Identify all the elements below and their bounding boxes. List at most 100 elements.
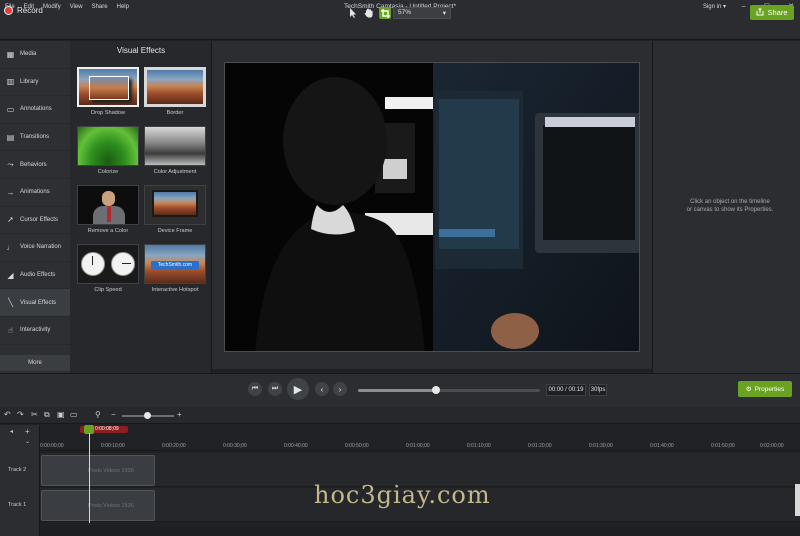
tick-label: 0:01:00;00 (406, 443, 430, 449)
cursor-effects-icon: ➚ (7, 215, 14, 225)
nav-label: Interactivity (20, 327, 51, 334)
effect-thumbnail (77, 67, 139, 107)
add-track-icon[interactable]: + (25, 427, 30, 436)
previous-marker-button[interactable]: ‹ (315, 382, 329, 396)
chevron-left-icon: ‹ (320, 384, 324, 394)
nav-transitions[interactable]: ▤ Transitions (0, 124, 70, 152)
chevron-down-icon: ▾ (442, 10, 446, 17)
zoom-dropdown[interactable]: 57% ▾ (393, 7, 451, 19)
minimize-icon[interactable]: – (742, 3, 746, 10)
media-icon: ▦ (6, 49, 15, 59)
effect-remove-a-color[interactable]: Remove a Color (77, 185, 139, 234)
effect-thumbnail (77, 126, 139, 166)
nav-label: Visual Effects (20, 299, 57, 306)
copy-icon[interactable]: ⧉ (44, 410, 50, 420)
record-icon (4, 6, 13, 15)
effect-interactive-hotspot[interactable]: TechSmith.com Interactive Hotspot (144, 244, 206, 293)
record-button[interactable]: Record (4, 6, 43, 15)
media-clip[interactable]: Posts Videos 1536 (41, 455, 155, 486)
menu-share[interactable]: Share (92, 4, 108, 10)
menu-modify[interactable]: Modify (43, 4, 61, 10)
step-forward-button[interactable]: ⏭ (268, 382, 282, 396)
left-nav: ▦ Media ▥ Library ▭ Annotations ▤ Transition… (0, 41, 70, 373)
nav-library[interactable]: ▥ Library (0, 69, 70, 97)
effect-device-frame[interactable]: Device Frame (144, 185, 206, 234)
library-icon: ▥ (6, 77, 15, 87)
hint-line: or canvas to show its Properties. (686, 207, 774, 213)
zoom-in-icon[interactable]: + (177, 410, 182, 419)
preview-canvas[interactable] (224, 62, 640, 352)
nav-visual-effects[interactable]: ╲ Visual Effects (0, 289, 70, 317)
effect-label: Device Frame (157, 228, 193, 234)
nav-label: Cursor Effects (20, 216, 58, 223)
nav-label: Voice Narration (20, 244, 62, 251)
transitions-icon: ▤ (6, 132, 15, 142)
pointer-icon[interactable] (347, 7, 359, 19)
paste-icon[interactable]: ▣ (57, 410, 65, 419)
vertical-scrollbar[interactable] (795, 484, 800, 516)
zoom-search-icon[interactable]: ⚲ (95, 410, 101, 419)
step-back-button[interactable]: ⏮ (248, 382, 262, 396)
effect-border[interactable]: Border (144, 67, 206, 116)
crop-icon[interactable] (379, 7, 391, 19)
more-button[interactable]: More (0, 355, 70, 371)
tick-label: 0:01:30;00 (589, 443, 613, 449)
redo-icon[interactable]: ↷ (17, 410, 24, 419)
chevron-right-icon: › (338, 384, 342, 394)
step-back-icon: ⏮ (251, 385, 259, 392)
scrub-handle[interactable] (432, 386, 440, 394)
effect-drop-shadow[interactable]: Drop Shadow (77, 67, 139, 116)
nav-voice-narration[interactable]: ♩ Voice Narration (0, 234, 70, 262)
nav-media[interactable]: ▦ Media (0, 41, 70, 69)
hand-icon[interactable] (363, 7, 375, 19)
effect-label: Remove a Color (87, 228, 129, 234)
effect-color-adjustment[interactable]: Color Adjustment (144, 126, 206, 175)
zoom-out-icon[interactable]: − (111, 410, 116, 419)
play-button[interactable]: ▶ (287, 378, 309, 400)
chevron-down-icon[interactable]: ⌄ (25, 438, 30, 445)
nav-annotations[interactable]: ▭ Annotations (0, 96, 70, 124)
share-button[interactable]: Share (750, 5, 794, 20)
nav-audio-effects[interactable]: ◢ Audio Effects (0, 262, 70, 290)
timeline-zoom-handle[interactable] (144, 412, 151, 419)
preview-frame (225, 63, 639, 351)
audio-effects-icon: ◢ (7, 270, 14, 280)
nav-label: Audio Effects (20, 272, 56, 279)
effect-thumbnail (77, 244, 139, 284)
cut-icon[interactable]: ✂ (31, 410, 38, 419)
timeline-toolbar (0, 407, 800, 424)
effect-thumbnail: TechSmith.com (144, 244, 206, 284)
properties-button[interactable]: ⚙ Properties (738, 381, 792, 397)
track-1-label: Track 1 (8, 502, 27, 508)
undo-icon[interactable]: ↶ (4, 410, 11, 419)
zoom-value: 57% (398, 9, 412, 16)
effect-colorize[interactable]: Colorize (77, 126, 139, 175)
sign-in-button[interactable]: Sign in ▾ (703, 3, 726, 10)
tick-label: 0:00:30;00 (223, 443, 247, 449)
next-marker-button[interactable]: › (333, 382, 347, 396)
effect-clip-speed[interactable]: Clip Speed (77, 244, 139, 293)
nav-label: Media (20, 51, 37, 58)
nav-animations[interactable]: → Animations (0, 179, 70, 207)
split-icon[interactable]: ▭ (70, 410, 78, 419)
collapse-icon[interactable]: ◂ (10, 428, 13, 435)
menu-view[interactable]: View (70, 4, 83, 10)
menu-help[interactable]: Help (117, 4, 129, 10)
animations-icon: → (6, 187, 15, 197)
time-display: 00:00 / 00:19 (546, 384, 586, 396)
nav-interactivity[interactable]: ☝ Interactivity (0, 317, 70, 345)
horizontal-scrollbar[interactable] (40, 527, 800, 536)
tick-label: 0:01:50;00 (711, 443, 735, 449)
media-clip[interactable]: Posts Videos 1536 (41, 490, 155, 521)
properties-label: Properties (754, 385, 785, 393)
hotspot-badge: TechSmith.com (151, 261, 199, 270)
track-headers: + ◂ ⌄ (0, 425, 40, 536)
effect-thumbnail (144, 126, 206, 166)
nav-behaviors[interactable]: ⤳ Behaviors (0, 151, 70, 179)
nav-cursor-effects[interactable]: ➚ Cursor Effects (0, 207, 70, 235)
step-forward-icon: ⏭ (271, 385, 279, 392)
record-label: Record (17, 6, 43, 15)
tick-label: 0:00:00;00 (40, 443, 64, 449)
effect-label: Border (166, 110, 184, 116)
nav-label: Behaviors (20, 161, 47, 168)
